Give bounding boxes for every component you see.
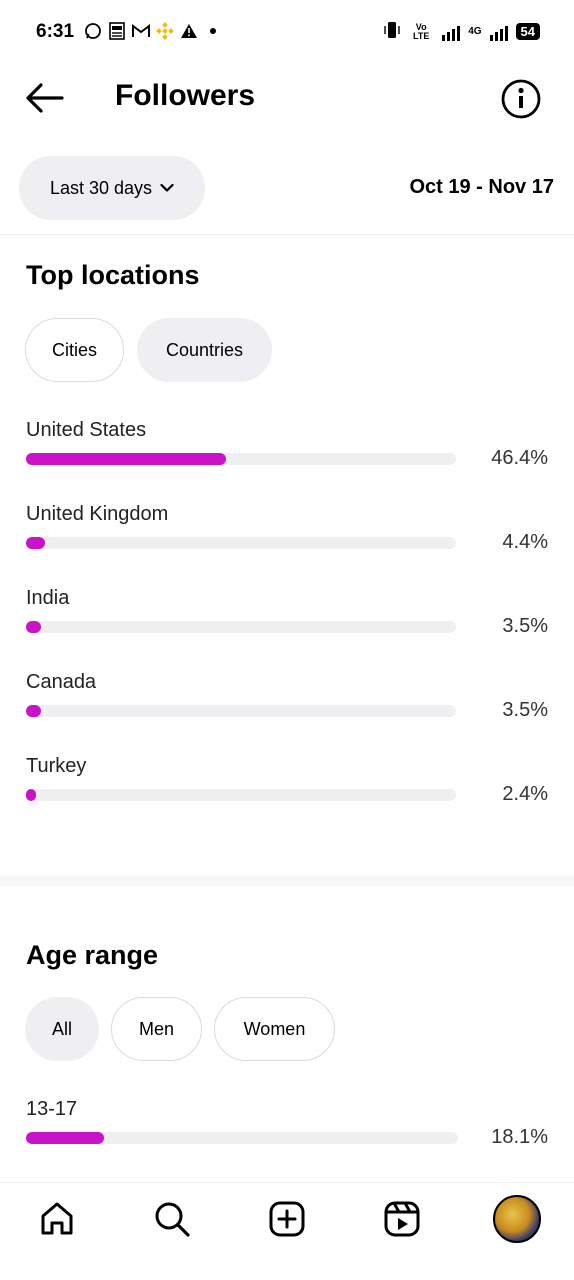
warning-icon	[180, 22, 198, 40]
info-circle-icon	[501, 79, 541, 119]
divider	[0, 234, 574, 235]
home-icon	[41, 1202, 73, 1235]
4g-label: 4G	[468, 26, 482, 37]
age-row: 13-17 18.1%	[26, 1098, 548, 1182]
arrow-left-icon	[26, 83, 64, 113]
location-row: Canada 3.5%	[26, 671, 548, 755]
info-button[interactable]	[500, 78, 542, 120]
reels-icon	[384, 1201, 420, 1237]
tab-label: Cities	[51, 339, 97, 360]
volte-label: Vo LTE	[413, 21, 430, 41]
location-name: India	[26, 587, 70, 609]
location-name: United Kingdom	[26, 503, 169, 525]
date-range: Oct 19 - Nov 17	[409, 176, 554, 198]
tab-countries[interactable]: Countries	[137, 318, 272, 382]
period-label: Last 30 days	[49, 177, 153, 198]
location-bar-track	[26, 789, 456, 801]
chevron-down-icon	[160, 183, 174, 192]
location-bar-track	[26, 537, 456, 549]
tab-all[interactable]: All	[25, 997, 99, 1061]
tab-men[interactable]: Men	[111, 997, 202, 1061]
period-dropdown[interactable]: Last 30 days	[19, 156, 205, 220]
location-bar-fill	[26, 537, 45, 549]
location-percent: 3.5%	[502, 615, 548, 637]
location-bar-fill	[26, 789, 37, 801]
location-bar-fill	[26, 453, 226, 465]
location-row: India 3.5%	[26, 587, 548, 671]
signal-icon-2	[489, 23, 508, 41]
header: Followers	[0, 66, 574, 132]
age-label: 13-17	[26, 1098, 78, 1120]
age-percent: 18.1%	[491, 1126, 548, 1148]
nav-create[interactable]	[265, 1197, 309, 1241]
location-row: United Kingdom 4.4%	[26, 503, 548, 587]
location-row: United States 46.4%	[26, 419, 548, 503]
location-name: Canada	[26, 671, 97, 693]
age-bar-track	[26, 1132, 458, 1144]
age-range-title: Age range	[26, 940, 159, 970]
create-icon	[269, 1201, 305, 1237]
bottom-nav	[0, 1182, 574, 1280]
profile-avatar	[493, 1195, 541, 1243]
location-bar-fill	[26, 705, 42, 717]
whatsapp-icon	[84, 22, 102, 40]
tab-label: All	[51, 1018, 72, 1039]
tab-label: Men	[138, 1018, 174, 1039]
signal-icon	[442, 23, 461, 41]
location-percent: 3.5%	[502, 699, 548, 721]
binance-icon	[156, 22, 174, 40]
news-icon	[108, 22, 126, 40]
tab-women[interactable]: Women	[214, 997, 335, 1061]
gmail-icon	[132, 22, 150, 40]
location-name: United States	[26, 419, 147, 441]
location-bar-track	[26, 453, 456, 465]
battery-icon: 54	[515, 23, 540, 40]
location-name: Turkey	[26, 755, 87, 777]
page-title: Followers	[115, 79, 256, 112]
status-bar: 6:31 Vo LTE 4G 54	[0, 0, 574, 66]
top-locations-title: Top locations	[26, 260, 200, 290]
location-percent: 2.4%	[502, 783, 548, 805]
nav-home[interactable]	[35, 1197, 79, 1241]
nav-search[interactable]	[150, 1197, 194, 1241]
tab-label: Countries	[165, 339, 244, 360]
location-bar-track	[26, 621, 456, 633]
vibrate-icon	[384, 21, 400, 42]
status-time: 6:31	[36, 21, 75, 42]
section-divider	[0, 876, 574, 886]
location-bar-track	[26, 705, 456, 717]
location-row: Turkey 2.4%	[26, 755, 548, 839]
back-button[interactable]	[24, 80, 66, 116]
location-percent: 46.4%	[491, 447, 548, 469]
age-bar-fill	[26, 1132, 105, 1144]
nav-reels[interactable]	[380, 1197, 424, 1241]
tab-cities[interactable]: Cities	[25, 318, 124, 382]
notification-dot-icon	[204, 22, 222, 40]
nav-profile[interactable]	[492, 1194, 542, 1244]
tab-label: Women	[243, 1018, 306, 1039]
location-bar-fill	[26, 621, 42, 633]
location-percent: 4.4%	[502, 531, 548, 553]
search-icon	[155, 1202, 190, 1237]
